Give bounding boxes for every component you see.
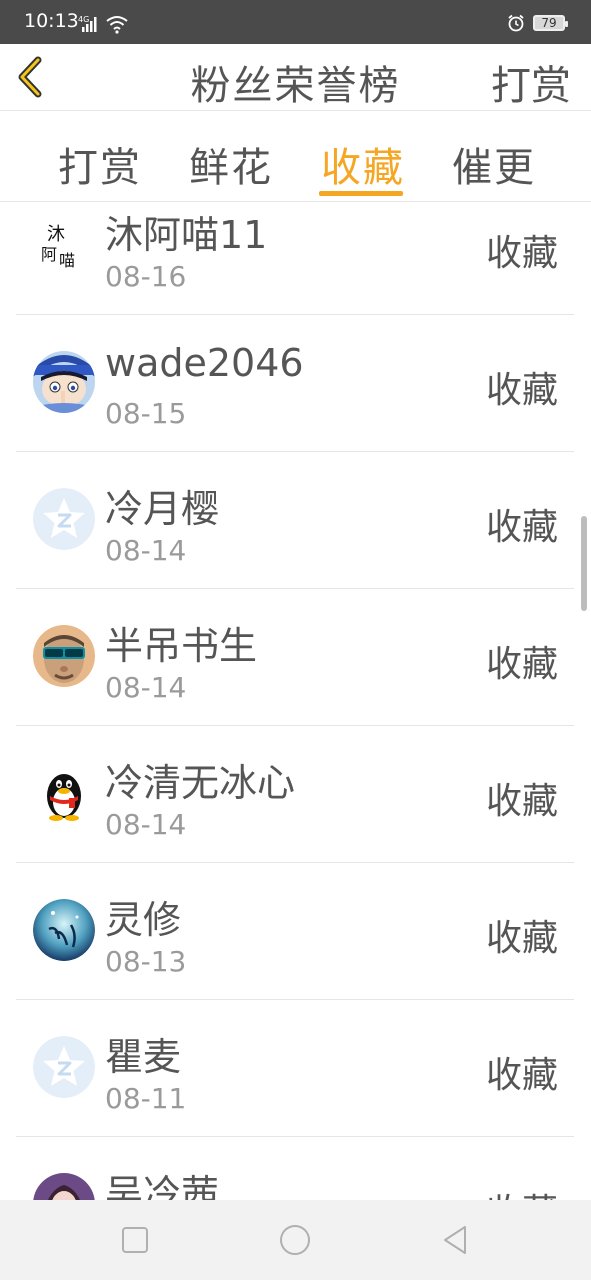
tab-urge-update[interactable]: 催更 — [452, 135, 536, 193]
list-item[interactable]: 冷月樱 08-14 收藏 — [16, 452, 574, 589]
default-star-avatar-icon — [33, 1036, 95, 1098]
tab-bar: 打赏 鲜花 收藏 催更 — [0, 111, 591, 202]
user-name: 半吊书生 — [105, 624, 258, 668]
list-item[interactable]: 沐 阿 喵 沐阿喵11 08-16 收藏 — [16, 202, 574, 315]
recent-apps-button[interactable] — [117, 1222, 153, 1258]
svg-text:阿: 阿 — [41, 245, 57, 264]
favorite-label: 收藏 — [485, 233, 558, 274]
home-button[interactable] — [277, 1222, 313, 1258]
favorite-date: 08-14 — [105, 671, 187, 704]
list-item[interactable]: 吴冷茜 收藏 — [16, 1137, 574, 1200]
list-item[interactable]: wade2046 08-15 收藏 — [16, 315, 574, 452]
fan-list[interactable]: 沐 阿 喵 沐阿喵11 08-16 收藏 wade2046 08-15 收藏 冷… — [0, 202, 591, 1200]
reward-button[interactable]: 打赏 — [491, 53, 571, 111]
user-name: 灵修 — [105, 898, 182, 942]
favorite-label: 收藏 — [485, 781, 558, 822]
favorite-date: 08-14 — [105, 534, 187, 567]
favorite-date: 08-14 — [105, 808, 187, 841]
active-tab-indicator — [319, 191, 403, 196]
favorite-label: 收藏 — [485, 644, 558, 685]
favorite-label: 收藏 — [485, 370, 558, 411]
list-item[interactable]: 灵修 08-13 收藏 — [16, 863, 574, 1000]
list-item[interactable]: 半吊书生 08-14 收藏 — [16, 589, 574, 726]
status-icons: 4G — [78, 14, 128, 34]
svg-text:4G: 4G — [78, 15, 89, 24]
user-name: 吴冷茜 — [105, 1172, 220, 1200]
signal-icon: 4G — [78, 15, 97, 32]
favorite-date: 08-16 — [105, 260, 187, 293]
square-icon — [122, 1227, 148, 1253]
list-item[interactable]: 瞿麦 08-11 收藏 — [16, 1000, 574, 1137]
back-nav-button[interactable] — [437, 1222, 473, 1258]
user-name: 沐阿喵11 — [105, 213, 268, 257]
status-icons-right: 79 — [507, 12, 568, 34]
user-name: 瞿麦 — [105, 1035, 182, 1079]
favorite-label: 收藏 — [486, 1183, 558, 1200]
status-bar: 10:13 4G 79 — [0, 0, 591, 44]
battery-level: 79 — [541, 16, 557, 30]
user-name: 冷清无冰心 — [105, 761, 296, 805]
favorite-label: 收藏 — [485, 507, 558, 548]
list-item[interactable]: 冷清无冰心 08-14 收藏 — [16, 726, 574, 863]
alarm-icon — [508, 14, 524, 32]
qq-penguin-avatar-icon — [33, 762, 95, 824]
user-name: 冷月樱 — [105, 487, 220, 531]
battery-icon: 79 — [533, 15, 568, 31]
favorite-date: 08-15 — [105, 397, 187, 430]
tab-favorites[interactable]: 收藏 — [321, 135, 405, 193]
user-name: wade2046 — [105, 341, 304, 385]
sunglasses-man-avatar-icon — [33, 625, 95, 687]
wifi-icon — [106, 16, 128, 34]
default-star-avatar-icon — [33, 488, 95, 550]
tab-reward[interactable]: 打赏 — [58, 135, 142, 193]
triangle-back-icon — [444, 1226, 466, 1254]
tab-flowers[interactable]: 鲜花 — [189, 135, 273, 193]
circle-icon — [280, 1225, 310, 1255]
status-time: 10:13 — [24, 10, 79, 32]
favorite-date: 08-13 — [105, 945, 187, 978]
favorite-label: 收藏 — [485, 1055, 558, 1096]
girl-photo-avatar-icon — [33, 1173, 95, 1200]
favorite-label: 收藏 — [485, 918, 558, 959]
calligraphy-avatar-icon: 沐 阿 喵 — [33, 214, 95, 276]
svg-text:沐: 沐 — [47, 224, 65, 245]
favorite-date: 08-11 — [105, 1082, 187, 1115]
scrollbar[interactable] — [581, 516, 587, 611]
header: 粉丝荣誉榜 打赏 — [0, 44, 591, 111]
svg-text:喵: 喵 — [59, 251, 75, 270]
blue-calligraphy-avatar-icon — [33, 899, 95, 961]
anime-boy-avatar-icon — [33, 351, 95, 413]
system-nav-bar — [0, 1200, 591, 1280]
